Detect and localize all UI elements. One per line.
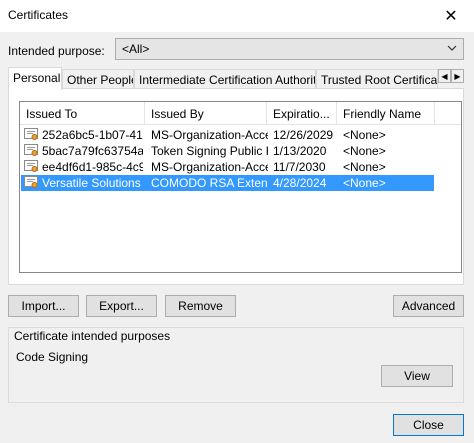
expiration-cell: 1/13/2020: [273, 144, 327, 158]
chevron-down-icon: [447, 41, 457, 58]
window-title: Certificates: [8, 8, 69, 22]
tab-strip: Personal Other People Intermediate Certi…: [8, 67, 464, 90]
intended-purpose-select[interactable]: <All>: [115, 38, 464, 60]
advanced-button[interactable]: Advanced: [393, 295, 464, 317]
tab-other-people[interactable]: Other People: [62, 69, 134, 89]
tab-trusted-root-ca[interactable]: Trusted Root Certification Authorities: [316, 69, 438, 89]
issued-by-cell: COMODO RSA Extend...: [151, 176, 268, 190]
export-button[interactable]: Export...: [86, 295, 157, 317]
tab-personal[interactable]: Personal: [8, 67, 62, 90]
issued-by-cell: Token Signing Public Key: [151, 144, 268, 158]
close-button[interactable]: Close: [393, 414, 464, 436]
certificate-icon: [24, 159, 39, 173]
certificate-icon: [24, 175, 39, 189]
column-expiration[interactable]: Expiratio...: [267, 102, 337, 124]
issued-to-cell: ee4df6d1-985c-4c9...: [42, 160, 143, 174]
tab-scroll-left-icon[interactable]: ◀: [438, 69, 451, 83]
expiration-cell: 4/28/2024: [273, 176, 327, 190]
expiration-cell: 12/26/2029: [273, 128, 334, 142]
table-row[interactable]: ee4df6d1-985c-4c9... MS-Organization-Acc…: [21, 159, 434, 175]
friendly-name-cell: <None>: [343, 128, 386, 142]
tab-intermediate-ca[interactable]: Intermediate Certification Authorities: [134, 69, 316, 89]
column-issued-by[interactable]: Issued By: [145, 102, 267, 124]
tab-scroll-right-icon[interactable]: ▶: [451, 69, 464, 83]
title-bar: Certificates ✕: [0, 0, 474, 32]
column-issued-to[interactable]: Issued To: [20, 102, 145, 124]
intended-purposes-value: Code Signing: [16, 350, 89, 364]
certificate-icon: [24, 127, 39, 141]
certificate-list[interactable]: Issued To Issued By Expiratio... Friendl…: [19, 101, 462, 273]
list-header: Issued To Issued By Expiratio... Friendl…: [20, 102, 461, 125]
import-button[interactable]: Import...: [8, 295, 79, 317]
remove-button[interactable]: Remove: [165, 295, 236, 317]
column-friendly-name[interactable]: Friendly Name: [337, 102, 435, 124]
close-window-icon[interactable]: ✕: [428, 0, 474, 32]
friendly-name-cell: <None>: [343, 144, 386, 158]
issued-to-cell: 5bac7a79fc63754a: [42, 144, 143, 158]
table-row[interactable]: 5bac7a79fc63754a Token Signing Public Ke…: [21, 143, 434, 159]
issued-by-cell: MS-Organization-Access: [151, 160, 268, 174]
view-button[interactable]: View: [381, 365, 453, 387]
table-row[interactable]: 252a6bc5-1b07-41... MS-Organization-Acce…: [21, 127, 434, 143]
expiration-cell: 11/7/2030: [273, 160, 326, 174]
issued-to-cell: Versatile Solutions ...: [42, 176, 143, 190]
intended-purpose-label: Intended purpose:: [8, 44, 105, 58]
issued-by-cell: MS-Organization-Access: [151, 128, 268, 142]
friendly-name-cell: <None>: [343, 176, 386, 190]
issued-to-cell: 252a6bc5-1b07-41...: [42, 128, 143, 142]
table-row-selected[interactable]: Versatile Solutions ... COMODO RSA Exten…: [21, 175, 434, 191]
intended-purpose-value: <All>: [122, 42, 150, 56]
intended-purposes-title: Certificate intended purposes: [14, 329, 171, 343]
certificate-icon: [24, 143, 39, 157]
friendly-name-cell: <None>: [343, 160, 386, 174]
